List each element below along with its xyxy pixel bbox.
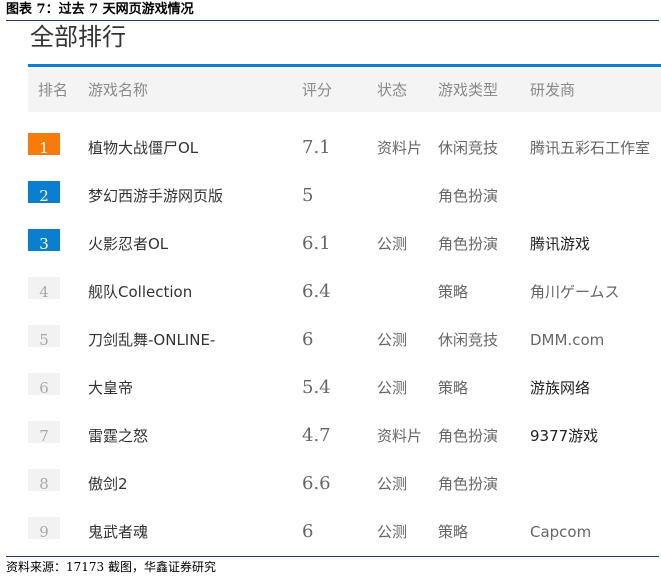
game-name-link[interactable]: 傲剑2 <box>88 469 128 499</box>
game-type: 策略 <box>438 379 469 397</box>
figure-caption: 图表 7：过去 7 天网页游戏情况 <box>6 2 194 17</box>
ranking-title: 全部排行 <box>30 23 126 51</box>
game-status: 公测 <box>377 331 408 349</box>
game-score: 6.6 <box>302 473 331 494</box>
game-name-link[interactable]: 舰队Collection <box>88 277 192 307</box>
game-developer: 腾讯五彩石工作室 <box>530 139 651 157</box>
table-row: 1 植物大战僵尸OL 7.1 资料片 休闲竞技 腾讯五彩石工作室 <box>28 133 661 163</box>
game-type: 角色扮演 <box>438 427 499 445</box>
game-type: 策略 <box>438 523 469 541</box>
game-name-link[interactable]: 大皇帝 <box>88 373 133 403</box>
rank-badge: 7 <box>28 421 60 445</box>
table-row: 2 梦幻西游手游网页版 5 角色扮演 <box>28 181 661 211</box>
game-name-link[interactable]: 火影忍者OL <box>88 229 168 259</box>
game-status: 公测 <box>377 235 408 253</box>
game-developer: DMM.com <box>530 331 605 349</box>
rank-badge: 8 <box>28 469 60 493</box>
game-score: 6.4 <box>302 281 331 302</box>
table-header: 排名 游戏名称 评分 状态 游戏类型 研发商 <box>28 68 661 112</box>
game-name-link[interactable]: 刀剑乱舞-ONLINE- <box>88 325 215 355</box>
game-name-link[interactable]: 梦幻西游手游网页版 <box>88 181 223 211</box>
game-developer: Capcom <box>530 523 592 541</box>
table-row: 4 舰队Collection 6.4 策略 角川ゲームス <box>28 277 661 307</box>
game-developer: 角川ゲームス <box>530 283 620 301</box>
table-row: 5 刀剑乱舞-ONLINE- 6 公测 休闲竞技 DMM.com <box>28 325 661 355</box>
game-type: 角色扮演 <box>438 235 499 253</box>
rank-badge: 6 <box>28 373 60 397</box>
rank-badge: 2 <box>28 181 60 205</box>
game-score: 6 <box>302 329 314 350</box>
game-name-link[interactable]: 雷霆之怒 <box>88 421 148 451</box>
rank-badge: 3 <box>28 229 60 253</box>
game-developer-link[interactable]: 腾讯游戏 <box>530 229 590 259</box>
game-score: 6.1 <box>302 233 331 254</box>
game-name-link[interactable]: 鬼武者魂 <box>88 517 148 547</box>
rank-badge: 1 <box>28 133 60 157</box>
game-score: 5.4 <box>302 377 331 398</box>
rank-badge: 5 <box>28 325 60 349</box>
game-score: 6 <box>302 521 314 542</box>
game-developer-link[interactable]: 游族网络 <box>530 373 590 403</box>
game-type: 休闲竞技 <box>438 139 499 157</box>
header-score: 评分 <box>302 81 333 99</box>
table-row: 6 大皇帝 5.4 公测 策略 游族网络 <box>28 373 661 403</box>
rank-badge: 9 <box>28 517 60 541</box>
figure-source: 资料来源：17173 截图，华鑫证券研究 <box>6 560 216 574</box>
game-type: 策略 <box>438 283 469 301</box>
game-developer-link[interactable]: 9377游戏 <box>530 421 598 451</box>
game-status: 公测 <box>377 475 408 493</box>
table-row: 7 雷霆之怒 4.7 资料片 角色扮演 9377游戏 <box>28 421 661 451</box>
game-status: 资料片 <box>377 139 423 157</box>
game-type: 角色扮演 <box>438 187 499 205</box>
table-row: 3 火影忍者OL 6.1 公测 角色扮演 腾讯游戏 <box>28 229 661 259</box>
game-score: 4.7 <box>302 425 331 446</box>
header-name: 游戏名称 <box>88 81 149 99</box>
game-type: 休闲竞技 <box>438 331 499 349</box>
table-row: 9 鬼武者魂 6 公测 策略 Capcom <box>28 517 661 547</box>
game-score: 5 <box>302 185 314 206</box>
game-type: 角色扮演 <box>438 475 499 493</box>
game-status: 公测 <box>377 523 408 541</box>
title-underline <box>28 64 661 67</box>
header-developer: 研发商 <box>530 81 576 99</box>
game-status: 公测 <box>377 379 408 397</box>
header-rank: 排名 <box>38 81 69 99</box>
table-row: 8 傲剑2 6.6 公测 角色扮演 <box>28 469 661 499</box>
game-score: 7.1 <box>302 137 331 158</box>
rank-badge: 4 <box>28 277 60 301</box>
game-name-link[interactable]: 植物大战僵尸OL <box>88 133 198 163</box>
header-status: 状态 <box>377 81 408 99</box>
header-type: 游戏类型 <box>438 81 499 99</box>
game-status: 资料片 <box>377 427 423 445</box>
